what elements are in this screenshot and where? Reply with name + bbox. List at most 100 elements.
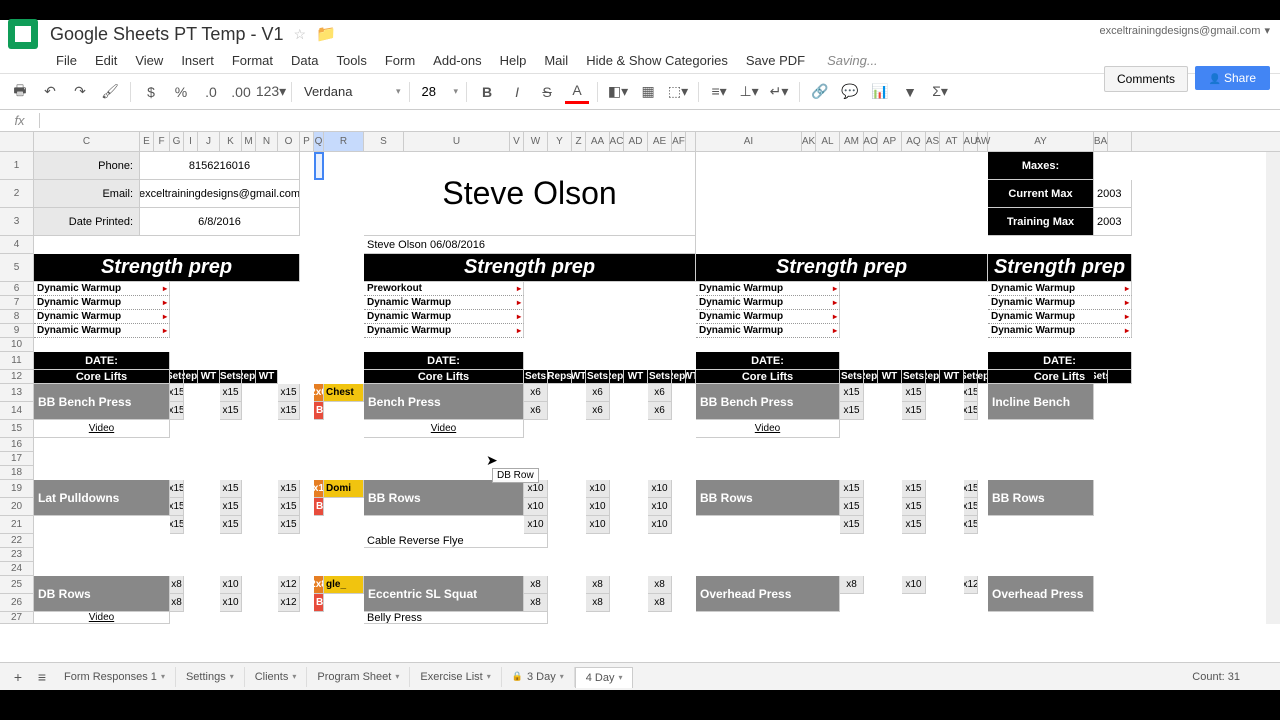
currency-icon[interactable]: $ (139, 80, 163, 104)
sets-header[interactable]: Sets (1094, 370, 1108, 384)
row-header[interactable]: 12 (0, 370, 34, 384)
col-header[interactable]: M (242, 132, 256, 151)
rep[interactable]: x8 (170, 576, 184, 594)
filter-icon[interactable]: ▼ (898, 80, 922, 104)
email-label[interactable]: Email: (34, 180, 140, 208)
menu-insert[interactable]: Insert (173, 49, 222, 72)
col-header[interactable] (1108, 132, 1132, 151)
wrap-icon[interactable]: ↵▾ (767, 80, 791, 104)
account-email[interactable]: exceltrainingdesigns@gmail.com▾ (1100, 24, 1271, 37)
col-header[interactable]: AQ (902, 132, 926, 151)
rep[interactable]: x6 (586, 384, 610, 402)
reps-header[interactable]: Reps (926, 370, 940, 384)
row-header[interactable]: 9 (0, 324, 34, 338)
rep[interactable]: x10 (524, 516, 548, 534)
row-header[interactable]: 4 (0, 236, 34, 254)
col-header[interactable]: AP (878, 132, 902, 151)
redo-icon[interactable]: ↷ (68, 80, 92, 104)
rep[interactable]: x15 (220, 384, 242, 402)
rep[interactable]: x15 (278, 402, 300, 420)
row-header[interactable]: 15 (0, 420, 34, 438)
col-header[interactable]: N (256, 132, 278, 151)
reps-header[interactable]: Reps (610, 370, 624, 384)
wt-header[interactable]: WT (940, 370, 964, 384)
col-header[interactable]: W (524, 132, 548, 151)
rep[interactable]: x10 (220, 594, 242, 612)
wt-header[interactable]: WT (572, 370, 586, 384)
sheet-tab[interactable]: 4 Day▾ (575, 667, 634, 688)
exercise-bb-bench-3[interactable]: BB Bench Press (696, 384, 840, 420)
col-header[interactable]: AW (978, 132, 988, 151)
rep[interactable]: x8 (648, 576, 672, 594)
sets-header[interactable]: Sets (964, 370, 978, 384)
reps-header[interactable]: Reps (184, 370, 198, 384)
rep[interactable]: x15 (964, 402, 978, 420)
row-header[interactable]: 25 (0, 576, 34, 594)
rep[interactable]: x10 (220, 576, 242, 594)
rep[interactable]: x10 (524, 480, 548, 498)
warmup-row[interactable]: Dynamic Warmup (988, 324, 1132, 338)
menu-file[interactable]: File (48, 49, 85, 72)
core-lifts-header[interactable]: Core Lifts (34, 370, 170, 384)
warmup-row[interactable]: Dynamic Warmup (34, 310, 170, 324)
sheet-tab[interactable]: 🔒3 Day▾ (502, 667, 575, 687)
tag-blank[interactable]: Blank (314, 402, 324, 420)
col-header[interactable]: U (404, 132, 510, 151)
warmup-row[interactable]: Dynamic Warmup (988, 310, 1132, 324)
warmup-row[interactable]: Dynamic Warmup (696, 296, 840, 310)
menu-data[interactable]: Data (283, 49, 326, 72)
row-header[interactable]: 6 (0, 282, 34, 296)
row-header[interactable]: 11 (0, 352, 34, 370)
warmup-row[interactable]: Dynamic Warmup (988, 296, 1132, 310)
rep[interactable]: x10 (586, 516, 610, 534)
undo-icon[interactable]: ↶ (38, 80, 62, 104)
menu-hideshow[interactable]: Hide & Show Categories (578, 49, 736, 72)
exercise-overhead-press[interactable]: Overhead Press (696, 576, 840, 612)
rep[interactable]: x8 (524, 594, 548, 612)
borders-icon[interactable]: ▦ (636, 80, 660, 104)
wt-header[interactable]: WT (686, 370, 696, 384)
exercise-incline-bench[interactable]: Incline Bench (988, 384, 1094, 420)
rep[interactable]: x15 (840, 402, 864, 420)
sets-header[interactable]: Sets (220, 370, 242, 384)
col-header[interactable]: AA (586, 132, 610, 151)
col-header[interactable]: AD (624, 132, 648, 151)
warmup-row[interactable]: Dynamic Warmup (364, 324, 524, 338)
tag-blank[interactable]: Blank (314, 498, 324, 516)
rep[interactable]: x12 (278, 576, 300, 594)
selection-count[interactable]: Count: 31 (1192, 671, 1240, 683)
col-header[interactable] (686, 132, 696, 151)
col-header[interactable]: F (154, 132, 170, 151)
col-header[interactable]: P (300, 132, 314, 151)
menu-savepdf[interactable]: Save PDF (738, 49, 813, 72)
menu-edit[interactable]: Edit (87, 49, 125, 72)
warmup-row[interactable]: Dynamic Warmup (696, 310, 840, 324)
exercise-bb-bench[interactable]: BB Bench Press (34, 384, 170, 420)
warmup-row[interactable]: Dynamic Warmup (364, 310, 524, 324)
row-header[interactable]: 16 (0, 438, 34, 452)
wt-header[interactable]: WT (878, 370, 902, 384)
formula-input[interactable] (40, 112, 1280, 130)
strength-prep-header[interactable]: Strength prep (696, 254, 988, 282)
rep[interactable]: x15 (220, 480, 242, 498)
col-header[interactable]: E (140, 132, 154, 151)
exercise-lat-pulldowns[interactable]: Lat Pulldowns (34, 480, 170, 516)
reps-header[interactable]: Reps (672, 370, 686, 384)
col-header[interactable]: AL (816, 132, 840, 151)
current-max-label[interactable]: Current Max (988, 180, 1094, 208)
rep[interactable]: x15 (278, 480, 300, 498)
strength-prep-header[interactable]: Strength prep (988, 254, 1132, 282)
rep[interactable]: x10 (648, 480, 672, 498)
rep[interactable]: x6 (586, 402, 610, 420)
row-header[interactable]: 14 (0, 402, 34, 420)
rep[interactable]: x10 (648, 516, 672, 534)
menu-view[interactable]: View (127, 49, 171, 72)
client-date-line[interactable]: Steve Olson 06/08/2016 (364, 236, 696, 254)
rep[interactable]: x6 (648, 402, 672, 420)
sets-header[interactable]: Sets (840, 370, 864, 384)
rep[interactable]: x10 (648, 498, 672, 516)
row-header[interactable]: 23 (0, 548, 34, 562)
warmup-row[interactable]: Preworkout (364, 282, 524, 296)
col-header[interactable]: J (198, 132, 220, 151)
maxes-title[interactable]: Maxes: (988, 152, 1094, 180)
